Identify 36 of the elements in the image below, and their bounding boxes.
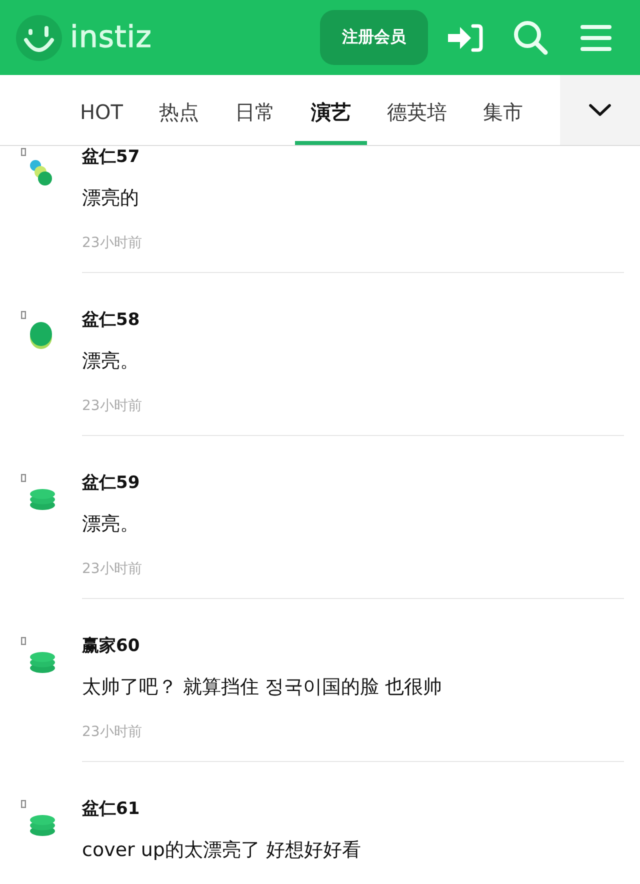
signup-button[interactable]: 注册会员 bbox=[320, 10, 428, 65]
comment-author: 盆仁58 bbox=[82, 309, 141, 331]
stacked-discs-icon bbox=[30, 489, 55, 510]
comment-text: cover up的太漂亮了 好想好好看 bbox=[82, 838, 362, 863]
small-rectangle-icon bbox=[21, 148, 26, 156]
comment-author: 赢家60 bbox=[82, 635, 141, 657]
stacked-discs-icon bbox=[30, 652, 55, 673]
category-tab[interactable]: 热点 bbox=[143, 75, 215, 145]
stacked-discs-icon bbox=[30, 815, 55, 836]
smiley-logo-icon[interactable] bbox=[16, 14, 62, 60]
comment-text: 漂亮的 bbox=[82, 186, 140, 211]
layered-disc-icon bbox=[30, 322, 52, 349]
category-tab[interactable]: 德英培 bbox=[371, 75, 463, 145]
overlapping-circles-icon bbox=[30, 159, 52, 186]
comment-time: 23小时前 bbox=[82, 560, 143, 578]
comment-time: 23小时前 bbox=[82, 397, 143, 415]
comment-time: 23小时前 bbox=[82, 723, 143, 741]
comment-time: 23小时前 bbox=[82, 234, 143, 252]
comment-text: 漂亮。 bbox=[82, 349, 140, 374]
comment-author: 盆仁57 bbox=[82, 146, 141, 168]
comment-text: 漂亮。 bbox=[82, 512, 140, 537]
category-tab[interactable]: 集市 bbox=[467, 75, 539, 145]
comment-author: 盆仁59 bbox=[82, 472, 141, 494]
small-rectangle-icon bbox=[21, 474, 26, 482]
small-rectangle-icon bbox=[21, 800, 26, 808]
category-tab[interactable]: 演艺 bbox=[295, 75, 367, 145]
small-rectangle-icon bbox=[21, 637, 26, 645]
category-tab[interactable]: HOT bbox=[64, 75, 139, 145]
chevron-down-icon bbox=[589, 104, 611, 116]
comment-text: 太帅了吧？ 就算挡住 정국이国的脸 也很帅 bbox=[82, 675, 444, 700]
search-icon[interactable] bbox=[513, 20, 548, 55]
login-icon[interactable] bbox=[447, 24, 483, 52]
comment-author: 盆仁61 bbox=[82, 798, 141, 820]
menu-icon[interactable] bbox=[580, 24, 612, 52]
small-rectangle-icon bbox=[21, 311, 26, 319]
category-tab[interactable]: 日常 bbox=[219, 75, 291, 145]
